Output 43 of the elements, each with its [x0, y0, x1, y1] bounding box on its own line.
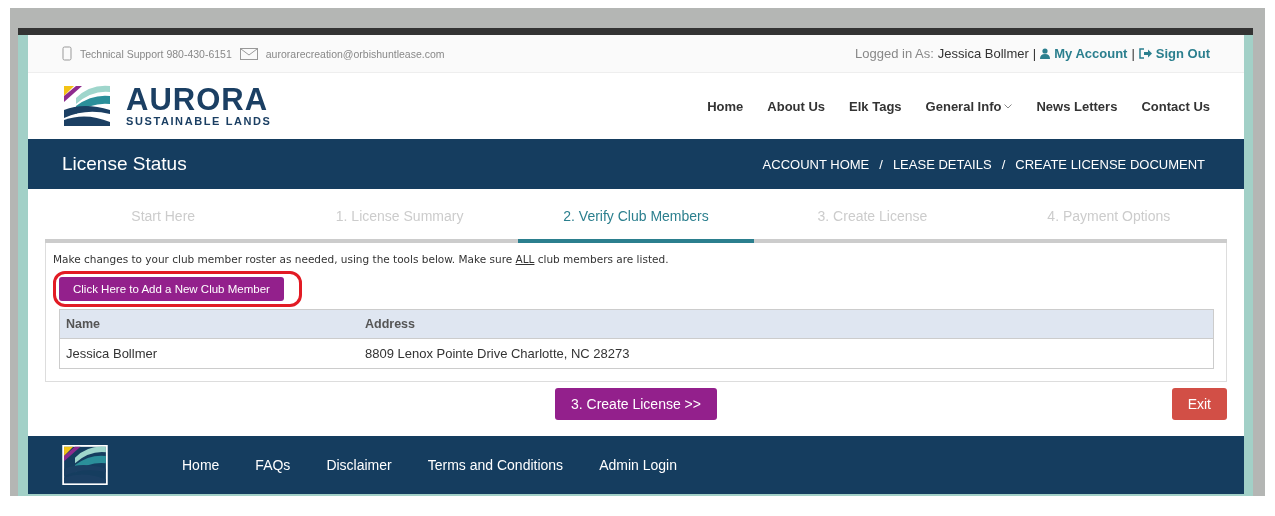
page-title: License Status	[62, 153, 187, 175]
table-cell: Jessica Bollmer	[59, 338, 359, 369]
nav-link[interactable]: General Info	[925, 98, 1013, 114]
user-icon	[1040, 48, 1051, 59]
table-cell: 8809 Lenox Pointe Drive Charlotte, NC 28273	[359, 338, 1214, 369]
breadcrumb-link[interactable]: CREATE LICENSE DOCUMENT	[1015, 156, 1205, 172]
nav-link[interactable]: Contact Us	[1141, 98, 1210, 114]
mail-icon	[239, 47, 258, 60]
footer-link[interactable]: Terms and Conditions	[427, 457, 564, 473]
nav-link[interactable]: About Us	[767, 98, 826, 114]
logo-icon	[62, 84, 112, 128]
column-header: Name	[59, 309, 359, 339]
sign-out-link[interactable]: Sign Out	[1138, 46, 1210, 61]
phone-icon	[62, 46, 72, 61]
footer-link[interactable]: Admin Login	[599, 457, 677, 473]
breadcrumb-separator: /	[879, 156, 883, 172]
separator: |	[1131, 46, 1135, 61]
nav-link[interactable]: News Letters	[1036, 98, 1118, 114]
support-phone: Technical Support 980-430-6151	[80, 47, 232, 60]
logo-tagline: SUSTAINABLE LANDS	[126, 115, 272, 127]
my-account-link[interactable]: My Account	[1040, 46, 1128, 61]
support-email: aurorarecreation@orbishuntlease.com	[265, 47, 445, 60]
logo-icon	[62, 445, 108, 485]
instruction-text: Make changes to your club member roster as needed, using the tools below. Make sure ALL club members are listed.	[53, 253, 669, 265]
logged-in-label: Logged in As:	[855, 46, 934, 61]
footer-link[interactable]: Home	[182, 457, 220, 473]
step-tab[interactable]: 2. Verify Club Members	[517, 193, 755, 243]
separator: |	[1032, 46, 1037, 61]
breadcrumb-link[interactable]: ACCOUNT HOME	[762, 156, 870, 172]
user-name: Jessica Bollmer	[937, 46, 1029, 61]
sign-out-icon	[1138, 48, 1152, 59]
footer-link[interactable]: Disclaimer	[326, 457, 392, 473]
chevron-down-icon	[1004, 103, 1013, 109]
exit-button[interactable]: Exit	[1171, 388, 1227, 420]
add-member-button[interactable]: Click Here to Add a New Club Member	[59, 277, 284, 301]
nav-link[interactable]: Home	[707, 98, 744, 114]
nav-link[interactable]: Elk Tags	[849, 98, 902, 114]
logo-name: AURORA	[126, 85, 270, 115]
create-license-button[interactable]: 3. Create License >>	[555, 388, 717, 420]
footer-link[interactable]: FAQs	[255, 457, 291, 473]
breadcrumb-link[interactable]: LEASE DETAILS	[892, 156, 992, 172]
column-header: Address	[359, 309, 1214, 339]
breadcrumb-separator: /	[1001, 156, 1006, 172]
